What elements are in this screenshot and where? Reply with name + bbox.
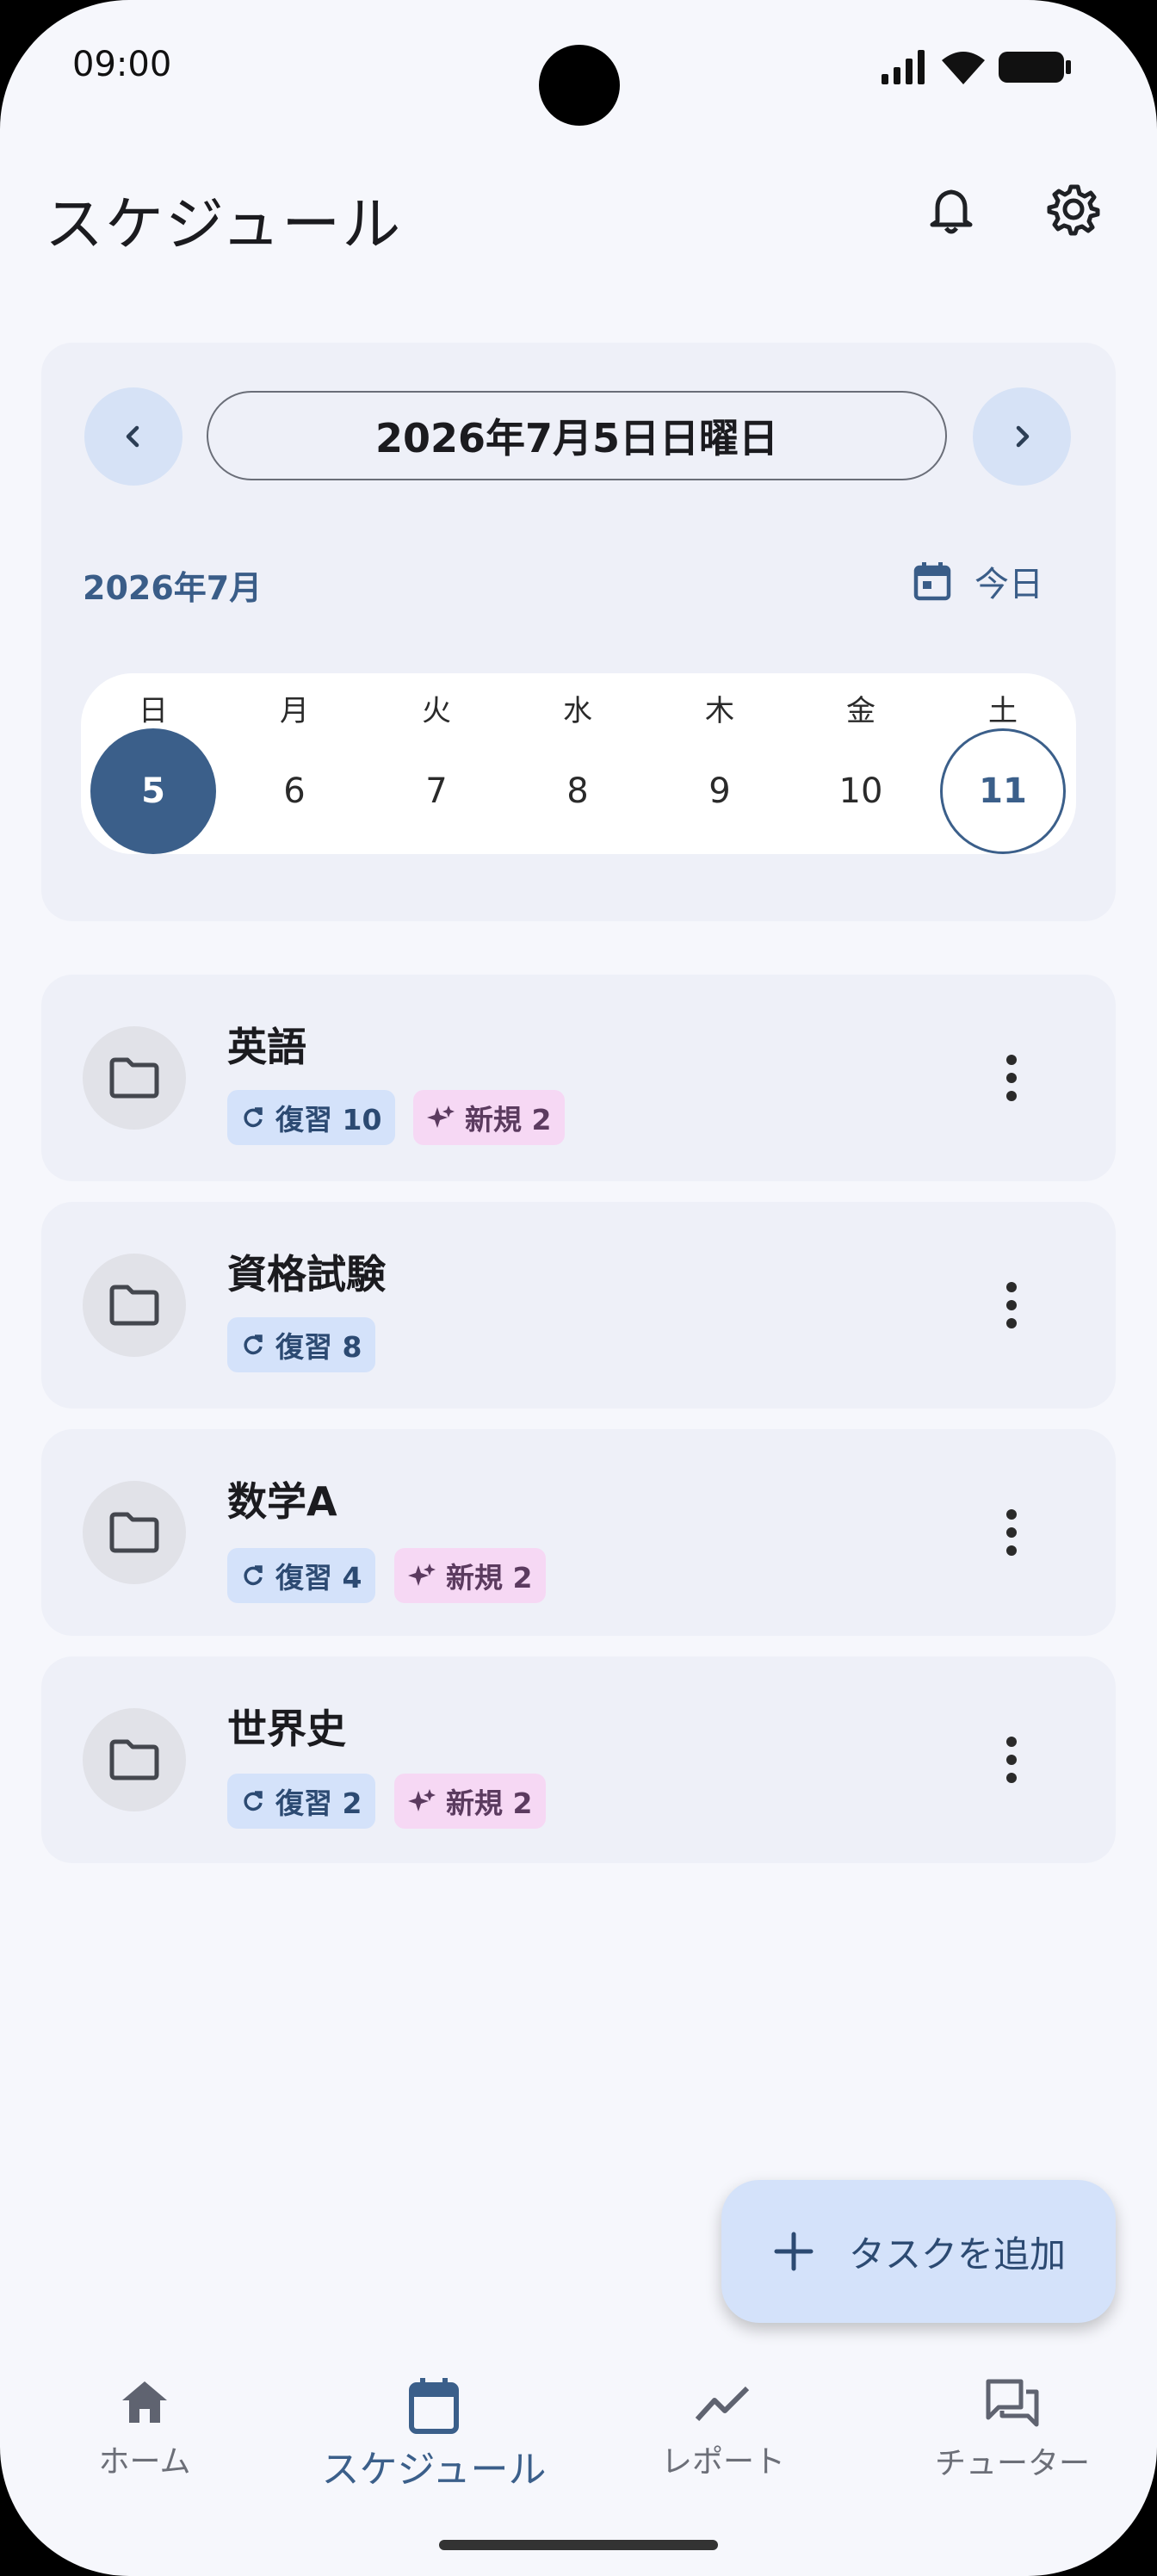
notifications-button[interactable] bbox=[913, 170, 990, 248]
refresh-icon bbox=[244, 1334, 263, 1355]
sparkle-icon bbox=[427, 1105, 455, 1128]
day-cell-selected[interactable]: 5 bbox=[90, 728, 216, 854]
more-vert-icon bbox=[1006, 1509, 1017, 1556]
add-task-label: タスクを追加 bbox=[849, 2232, 1067, 2276]
review-count: 復習 4 bbox=[275, 1561, 362, 1595]
sparkle-icon bbox=[408, 1789, 436, 1811]
today-button[interactable]: 今日 bbox=[913, 551, 1043, 611]
review-count: 復習 10 bbox=[275, 1103, 382, 1136]
trending-up-icon bbox=[695, 2386, 750, 2422]
refresh-icon bbox=[244, 1565, 263, 1586]
calendar-icon bbox=[409, 2378, 459, 2434]
new-chip: 新規 2 bbox=[413, 1090, 566, 1145]
more-options-button[interactable] bbox=[990, 1266, 1033, 1344]
weekday-label: 日 bbox=[139, 694, 168, 728]
selected-date-pill[interactable]: 2026年7月5日日曜日 bbox=[207, 391, 947, 480]
today-label: 今日 bbox=[974, 565, 1043, 604]
review-chip: 復習 4 bbox=[227, 1548, 376, 1603]
more-options-button[interactable] bbox=[990, 1039, 1033, 1117]
refresh-icon bbox=[244, 1791, 263, 1811]
new-chip: 新規 2 bbox=[394, 1774, 547, 1829]
task-card[interactable] bbox=[41, 1429, 1116, 1636]
new-chip: 新規 2 bbox=[394, 1548, 547, 1603]
front-camera bbox=[539, 45, 620, 126]
day-cell[interactable]: 7 bbox=[374, 728, 499, 854]
day-cell[interactable]: 10 bbox=[798, 728, 924, 854]
folder-icon bbox=[83, 1254, 186, 1357]
next-day-button[interactable] bbox=[973, 387, 1071, 486]
phone-screen: 09:00 スケジュール 2026年7月5日日曜日 2026年7月 今日 日 月… bbox=[0, 0, 1157, 2576]
sparkle-icon bbox=[408, 1564, 436, 1586]
status-time: 09:00 bbox=[72, 45, 172, 84]
settings-button[interactable] bbox=[1035, 170, 1112, 248]
task-title: 数学A bbox=[227, 1478, 337, 1525]
prev-day-button[interactable] bbox=[84, 387, 183, 486]
chevron-left-icon bbox=[126, 425, 139, 448]
page-title: スケジュール bbox=[45, 191, 403, 259]
nav-item-tutor[interactable]: チューター bbox=[868, 2376, 1157, 2505]
signal-icon bbox=[882, 50, 925, 84]
new-count: 新規 2 bbox=[446, 1561, 533, 1595]
calendar-today-icon bbox=[913, 562, 951, 601]
review-count: 復習 2 bbox=[275, 1786, 362, 1820]
weekday-label: 水 bbox=[563, 694, 592, 728]
more-options-button[interactable] bbox=[990, 1721, 1033, 1799]
folder-icon bbox=[83, 1481, 186, 1584]
weekday-label: 火 bbox=[422, 694, 451, 728]
folder-icon bbox=[83, 1026, 186, 1130]
gear-icon bbox=[1047, 184, 1100, 236]
review-chip: 復習 10 bbox=[227, 1090, 396, 1145]
home-indicator[interactable] bbox=[439, 2540, 718, 2550]
new-count: 新規 2 bbox=[446, 1786, 533, 1820]
home-icon bbox=[122, 2381, 167, 2423]
bell-icon bbox=[930, 184, 973, 234]
weekday-label: 金 bbox=[846, 694, 875, 728]
task-title: 資格試験 bbox=[227, 1251, 386, 1297]
weekday-label: 土 bbox=[988, 694, 1018, 728]
wifi-icon bbox=[942, 52, 985, 84]
month-label: 2026年7月 bbox=[83, 569, 263, 607]
day-cell[interactable]: 6 bbox=[232, 728, 357, 854]
more-vert-icon bbox=[1006, 1282, 1017, 1328]
status-icons bbox=[882, 48, 1088, 86]
chat-icon bbox=[986, 2379, 1039, 2427]
task-card[interactable] bbox=[41, 1202, 1116, 1409]
nav-label: スケジュール bbox=[321, 2448, 547, 2492]
weekday-label: 月 bbox=[280, 694, 309, 728]
review-chip: 復習 2 bbox=[227, 1774, 376, 1829]
folder-icon bbox=[83, 1708, 186, 1811]
new-count: 新規 2 bbox=[465, 1103, 552, 1136]
task-title: 英語 bbox=[227, 1024, 306, 1070]
more-vert-icon bbox=[1006, 1055, 1017, 1101]
chevron-right-icon bbox=[1016, 425, 1030, 448]
more-vert-icon bbox=[1006, 1737, 1017, 1783]
add-task-fab[interactable]: タスクを追加 bbox=[721, 2180, 1116, 2323]
task-card[interactable] bbox=[41, 1656, 1116, 1863]
day-cell[interactable]: 8 bbox=[515, 728, 640, 854]
weekday-label: 木 bbox=[705, 694, 734, 728]
nav-label: チューター bbox=[934, 2446, 1090, 2481]
plus-icon bbox=[774, 2232, 814, 2271]
day-cell[interactable]: 9 bbox=[657, 728, 783, 854]
task-card[interactable] bbox=[41, 975, 1116, 1181]
nav-label: レポート bbox=[660, 2444, 785, 2480]
battery-icon bbox=[999, 52, 1071, 83]
day-cell-today[interactable]: 11 bbox=[940, 728, 1066, 854]
nav-label: ホーム bbox=[98, 2444, 191, 2480]
task-title: 世界史 bbox=[227, 1706, 346, 1752]
review-count: 復習 8 bbox=[275, 1330, 362, 1364]
refresh-icon bbox=[244, 1107, 263, 1128]
nav-item-report[interactable]: レポート bbox=[578, 2376, 868, 2505]
more-options-button[interactable] bbox=[990, 1494, 1033, 1571]
nav-item-home[interactable]: ホーム bbox=[0, 2376, 289, 2505]
nav-item-schedule[interactable]: スケジュール bbox=[289, 2376, 578, 2505]
review-chip: 復習 8 bbox=[227, 1317, 376, 1372]
